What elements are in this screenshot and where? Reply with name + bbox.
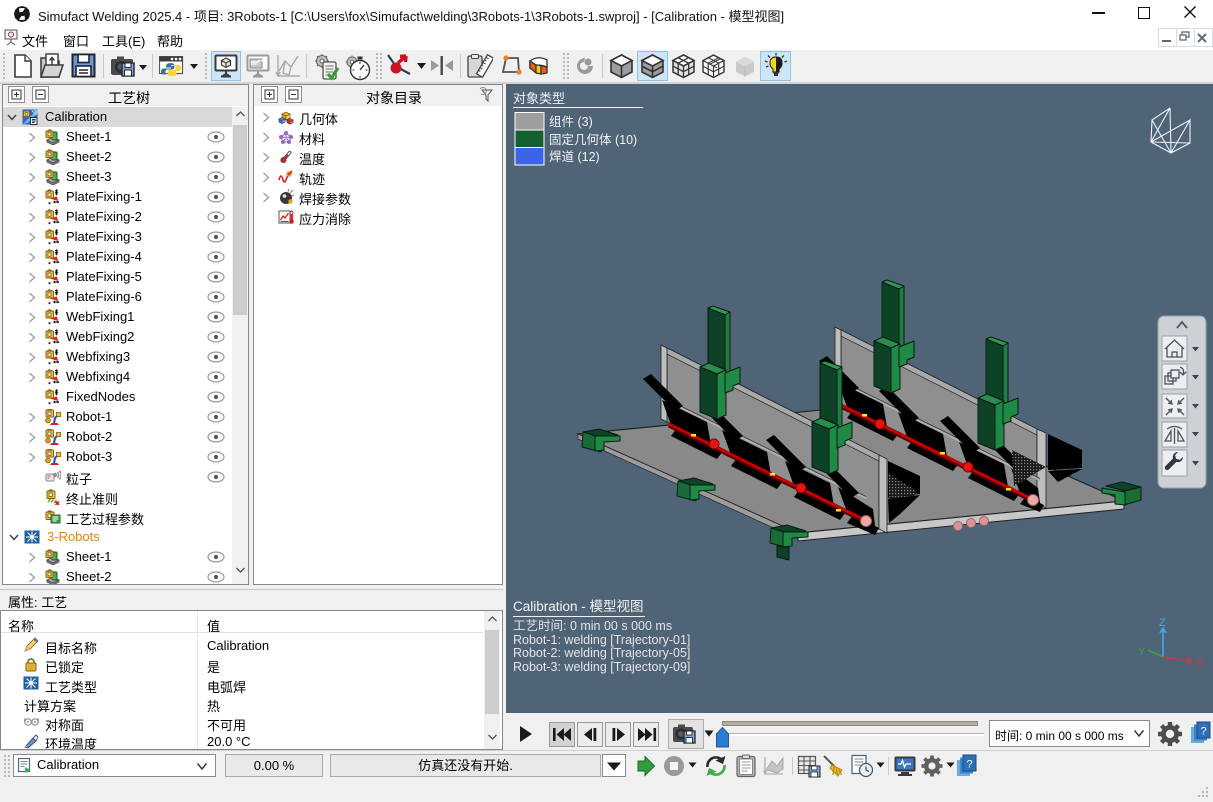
svg-text:工艺时间: 0 min 00 s 000 ms: 工艺时间: 0 min 00 s 000 ms bbox=[513, 619, 672, 633]
svg-text:X: X bbox=[1196, 657, 1204, 669]
svg-text:?: ? bbox=[966, 759, 972, 771]
svg-text:?: ? bbox=[1200, 726, 1206, 738]
svg-text:Y: Y bbox=[1138, 646, 1146, 658]
svg-text:Robot-2: welding [Trajectory-0: Robot-2: welding [Trajectory-05] bbox=[513, 646, 690, 660]
svg-text:Calibration - 模型视图: Calibration - 模型视图 bbox=[513, 599, 644, 614]
svg-text:Robot-3: welding [Trajectory-0: Robot-3: welding [Trajectory-09] bbox=[513, 660, 690, 674]
svg-text:Z: Z bbox=[1159, 617, 1166, 629]
svg-text:对象类型: 对象类型 bbox=[513, 91, 565, 106]
svg-text:焊道 (12): 焊道 (12) bbox=[549, 149, 600, 164]
svg-text:固定几何体 (10): 固定几何体 (10) bbox=[549, 132, 637, 147]
svg-text:Robot-1: welding [Trajectory-0: Robot-1: welding [Trajectory-01] bbox=[513, 633, 690, 647]
svg-text:组件 (3): 组件 (3) bbox=[549, 115, 593, 129]
